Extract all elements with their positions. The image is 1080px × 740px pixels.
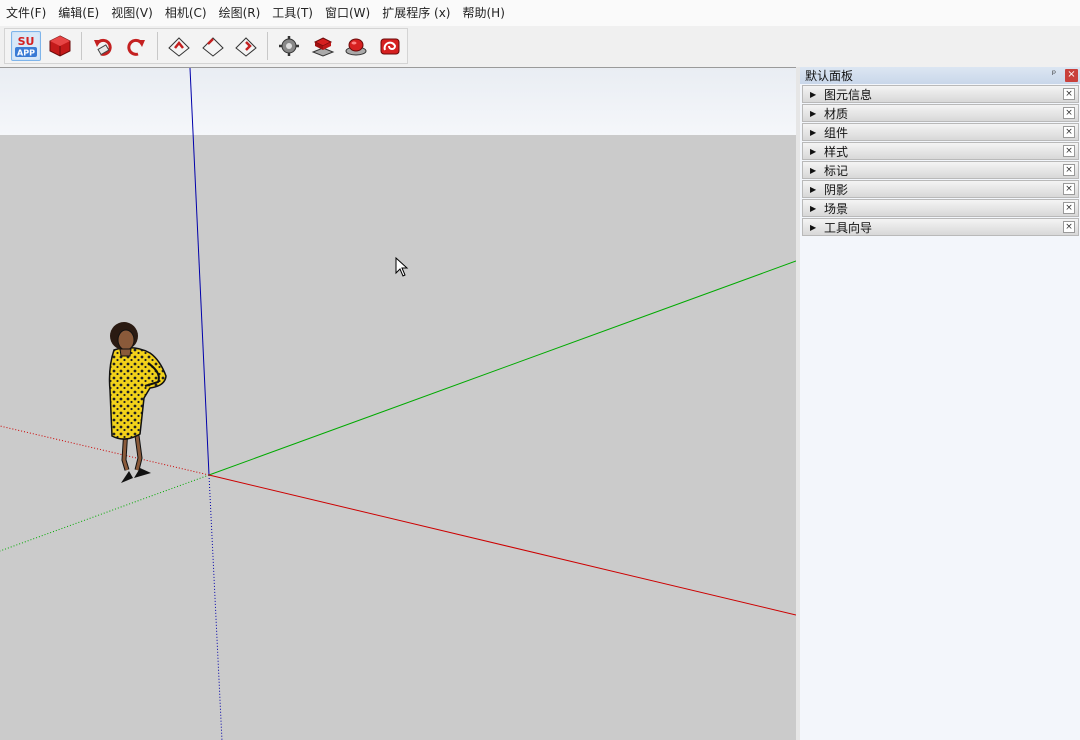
suapp-icon: SU APP <box>13 33 39 59</box>
menu-window[interactable]: 窗口(W) <box>319 0 376 26</box>
panel-close-button[interactable]: × <box>1063 126 1075 138</box>
expand-arrow-icon: ▶ <box>810 89 817 99</box>
menu-tools[interactable]: 工具(T) <box>266 0 319 26</box>
expand-arrow-icon: ▶ <box>810 146 817 156</box>
panel-tags[interactable]: ▶ 标记 × <box>802 161 1079 179</box>
view-tool-1-button[interactable] <box>164 31 194 61</box>
view-tool-3-button[interactable] <box>231 31 261 61</box>
red-stack-button[interactable] <box>308 31 338 61</box>
ruby-console-button[interactable] <box>45 31 75 61</box>
menu-view[interactable]: 视图(V) <box>105 0 159 26</box>
tray-header[interactable]: 默认面板 ᵖ × <box>800 67 1080 84</box>
panel-styles[interactable]: ▶ 样式 × <box>802 142 1079 160</box>
panel-materials[interactable]: ▶ 材质 × <box>802 104 1079 122</box>
panel-label: 工具向导 <box>824 220 873 235</box>
tray-close-button[interactable]: × <box>1065 69 1078 82</box>
menu-draw[interactable]: 绘图(R) <box>213 0 267 26</box>
menu-extensions[interactable]: 扩展程序 (x) <box>376 0 456 26</box>
expand-arrow-icon: ▶ <box>810 203 817 213</box>
expand-arrow-icon: ▶ <box>810 108 817 118</box>
view-tool-2-icon <box>201 37 224 57</box>
red-spiral-button[interactable] <box>375 31 405 61</box>
panel-shadows[interactable]: ▶ 阴影 × <box>802 180 1079 198</box>
red-button-button[interactable] <box>342 31 372 61</box>
redo-button[interactable] <box>121 31 151 61</box>
panel-close-button[interactable]: × <box>1063 107 1075 119</box>
undo-button[interactable] <box>88 31 118 61</box>
suapp-button[interactable]: SU APP <box>11 31 41 61</box>
red-button-icon <box>345 38 367 56</box>
gear-settings-icon <box>279 36 300 56</box>
menu-help[interactable]: 帮助(H) <box>456 0 510 26</box>
panel-label: 场景 <box>824 201 849 216</box>
panel-close-button[interactable]: × <box>1063 145 1075 157</box>
panel-label: 阴影 <box>824 182 849 197</box>
view-tool-2-button[interactable] <box>198 31 228 61</box>
menu-camera[interactable]: 相机(C) <box>159 0 213 26</box>
model-viewport[interactable] <box>0 67 796 740</box>
panel-label: 图元信息 <box>824 87 873 102</box>
viewport-canvas[interactable] <box>0 68 796 740</box>
default-tray: 默认面板 ᵖ × ▶ 图元信息 × ▶ 材质 × ▶ 组件 × ▶ 样式 × ▶… <box>800 67 1080 740</box>
expand-arrow-icon: ▶ <box>810 184 817 194</box>
panel-close-button[interactable]: × <box>1063 202 1075 214</box>
toolbar-separator <box>267 32 269 60</box>
menu-edit[interactable]: 编辑(E) <box>52 0 105 26</box>
panel-close-button[interactable]: × <box>1063 88 1075 100</box>
panel-components[interactable]: ▶ 组件 × <box>802 123 1079 141</box>
ruby-cube-icon <box>49 35 71 57</box>
panel-label: 材质 <box>824 106 849 121</box>
panel-label: 样式 <box>824 144 849 159</box>
panel-label: 标记 <box>824 163 849 178</box>
redo-icon <box>127 38 146 56</box>
svg-text:SU: SU <box>18 35 35 48</box>
expand-arrow-icon: ▶ <box>810 222 817 232</box>
panel-instructor[interactable]: ▶ 工具向导 × <box>802 218 1079 236</box>
undo-icon <box>93 38 112 56</box>
panel-label: 组件 <box>824 125 849 140</box>
svg-text:APP: APP <box>17 49 35 58</box>
toolbar-separator <box>80 32 82 60</box>
settings-button[interactable] <box>274 31 304 61</box>
expand-arrow-icon: ▶ <box>810 127 817 137</box>
toolbar-separator <box>157 32 159 60</box>
panel-close-button[interactable]: × <box>1063 183 1075 195</box>
view-tool-1-icon <box>168 37 190 57</box>
pin-icon[interactable]: ᵖ <box>1048 69 1060 81</box>
tray-title: 默认面板 <box>805 69 854 83</box>
red-stack-icon <box>311 37 335 57</box>
red-spiral-icon <box>380 38 400 55</box>
panel-entity-info[interactable]: ▶ 图元信息 × <box>802 85 1079 103</box>
toolbar: SU APP <box>4 28 408 64</box>
expand-arrow-icon: ▶ <box>810 165 817 175</box>
panel-scenes[interactable]: ▶ 场景 × <box>802 199 1079 217</box>
panel-close-button[interactable]: × <box>1063 164 1075 176</box>
view-tool-3-icon <box>235 37 258 57</box>
menu-bar: 文件(F) 编辑(E) 视图(V) 相机(C) 绘图(R) 工具(T) 窗口(W… <box>0 0 1080 26</box>
panel-close-button[interactable]: × <box>1063 221 1075 233</box>
sky <box>0 68 796 135</box>
menu-file[interactable]: 文件(F) <box>0 0 52 26</box>
